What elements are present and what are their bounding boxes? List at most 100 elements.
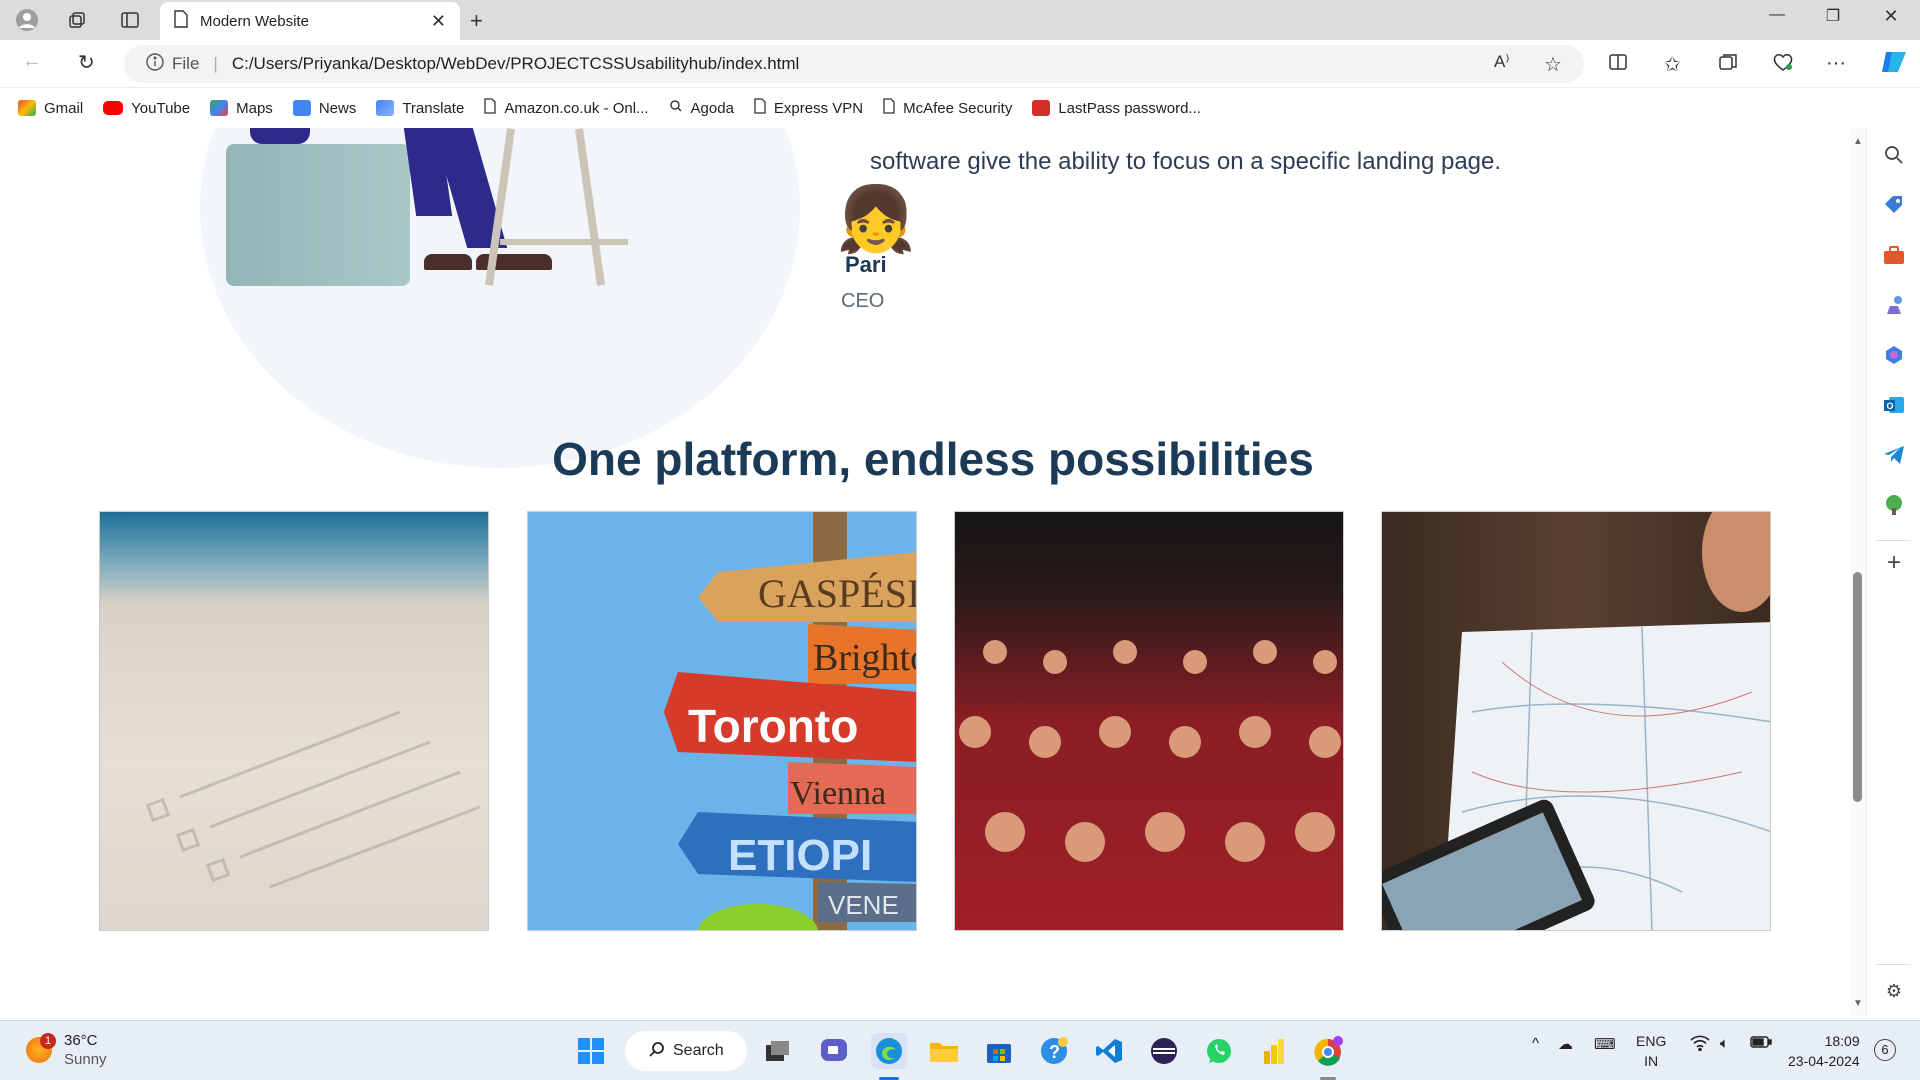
scrollbar-thumb[interactable] — [1853, 572, 1862, 802]
bookmark-news[interactable]: News — [292, 99, 357, 117]
outlook-icon[interactable]: O — [1881, 392, 1907, 418]
section-heading: One platform, endless possibilities — [552, 433, 1314, 485]
task-view-icon[interactable] — [760, 1033, 796, 1069]
refresh-icon[interactable]: ↻ — [78, 50, 95, 75]
chrome-icon[interactable] — [1311, 1033, 1347, 1069]
whatsapp-icon[interactable] — [1201, 1033, 1237, 1069]
notification-badge[interactable]: 6 — [1874, 1039, 1896, 1061]
url-text[interactable]: C:/Users/Priyanka/Desktop/WebDev/PROJECT… — [232, 54, 800, 74]
active-tab[interactable]: Modern Website ✕ — [160, 2, 460, 40]
sign-text: ETIOPI — [728, 831, 872, 880]
svg-text:?: ? — [1049, 1042, 1060, 1062]
bookmark-label: News — [318, 99, 357, 117]
taskbar-search[interactable]: Search — [625, 1031, 747, 1071]
title-bar: Modern Website ✕ + — ❐ ✕ — [0, 0, 1920, 40]
bookmark-label: McAfee Security — [903, 99, 1013, 117]
split-screen-icon[interactable] — [1608, 52, 1628, 78]
power-bi-icon[interactable] — [1256, 1033, 1292, 1069]
avatar: 👧 — [836, 183, 916, 255]
scroll-down-icon[interactable]: ▼ — [1853, 998, 1863, 1009]
keyboard-icon[interactable]: ⌨ — [1594, 1035, 1616, 1053]
show-hidden-icons[interactable]: ^ — [1532, 1035, 1539, 1052]
more-options-icon[interactable]: ··· — [1826, 52, 1846, 75]
edge-taskbar-icon[interactable] — [871, 1033, 907, 1069]
clock-time: 18:09 — [1824, 1033, 1860, 1049]
telegram-icon[interactable] — [1881, 442, 1907, 468]
page-icon — [174, 10, 188, 32]
checklist-illustration — [145, 710, 481, 889]
lastpass-icon — [1032, 100, 1051, 116]
collections-icon[interactable] — [1718, 52, 1738, 78]
games-icon[interactable] — [1881, 292, 1907, 318]
browser-essentials-icon[interactable] — [1772, 52, 1794, 78]
microsoft-365-icon[interactable] — [1881, 342, 1907, 368]
gallery-checklist-image — [99, 511, 489, 931]
search-icon[interactable] — [1881, 142, 1907, 168]
add-icon[interactable]: + — [1881, 549, 1907, 576]
teams-chat-icon[interactable] — [816, 1033, 852, 1069]
bookmark-expressvpn[interactable]: Express VPN — [754, 98, 863, 118]
store-icon[interactable] — [981, 1033, 1017, 1069]
gallery-audience-image — [954, 511, 1344, 931]
start-icon[interactable] — [573, 1033, 609, 1069]
copilot-icon[interactable] — [1880, 48, 1908, 82]
sign-text: GASPÉSI — [758, 571, 917, 616]
wifi-icon[interactable] — [1690, 1035, 1710, 1055]
bookmark-lastpass[interactable]: LastPass password... — [1032, 100, 1201, 117]
settings-gear-icon[interactable]: ⚙ — [1881, 978, 1907, 1004]
info-icon[interactable] — [146, 52, 164, 76]
minimize-icon[interactable]: — — [1752, 6, 1802, 24]
language-indicator[interactable]: ENG IN — [1636, 1031, 1666, 1071]
signpost-illustration: GASPÉSI Brighto Toronto Vienna ETIOPI VE… — [664, 512, 917, 930]
bookmark-gmail[interactable]: Gmail — [18, 100, 83, 117]
close-tab-icon[interactable]: ✕ — [431, 11, 446, 32]
eclipse-icon[interactable] — [1146, 1033, 1182, 1069]
favorites-icon[interactable]: ✩ — [1664, 52, 1681, 77]
gallery-map-image — [1381, 511, 1771, 931]
bookmark-label: Amazon.co.uk - Onl... — [504, 99, 649, 117]
weather-temp: 36°C — [64, 1032, 98, 1049]
volume-icon[interactable]: 🔈︎ — [1720, 1035, 1729, 1052]
illustration-shoe — [424, 254, 472, 270]
onedrive-icon[interactable]: ☁ — [1558, 1035, 1573, 1053]
language-code: ENG — [1636, 1033, 1667, 1049]
url-field[interactable]: File | C:/Users/Priyanka/Desktop/WebDev/… — [124, 45, 1584, 83]
bookmark-maps[interactable]: Maps — [210, 100, 273, 117]
new-tab-icon[interactable]: + — [470, 8, 483, 34]
bookmark-translate[interactable]: Translate — [376, 100, 464, 117]
close-window-icon[interactable]: ✕ — [1866, 6, 1916, 27]
shopping-tag-icon[interactable] — [1881, 192, 1907, 218]
favorite-star-icon[interactable]: ☆ — [1544, 52, 1562, 77]
bookmark-youtube[interactable]: YouTube — [103, 100, 190, 117]
restore-icon[interactable]: ❐ — [1808, 6, 1858, 26]
tools-icon[interactable] — [1881, 242, 1907, 268]
region-code: IN — [1644, 1053, 1659, 1069]
testimonial-text: software give the ability to focus on a … — [870, 148, 1502, 175]
testimonial-name: Pari — [845, 252, 887, 277]
url-scheme: File — [172, 54, 200, 73]
audience-illustration — [959, 640, 1341, 862]
file-explorer-icon[interactable] — [926, 1033, 962, 1069]
weather-widget[interactable]: 1 36°C Sunny — [26, 1031, 107, 1069]
bookmark-label: Gmail — [44, 99, 84, 117]
battery-icon[interactable] — [1750, 1035, 1772, 1053]
bookmark-label: Express VPN — [773, 99, 864, 117]
svg-text:O: O — [1887, 401, 1894, 411]
bookmark-agoda[interactable]: Agoda — [669, 99, 734, 117]
page-icon — [484, 98, 496, 118]
search-label: Search — [673, 1042, 724, 1059]
tree-icon[interactable] — [1881, 492, 1907, 518]
help-icon[interactable]: ? — [1036, 1033, 1072, 1069]
sign-text: Brighto — [813, 637, 917, 679]
workspaces-icon[interactable] — [64, 8, 90, 32]
bookmark-amazon[interactable]: Amazon.co.uk - Onl... — [484, 98, 649, 118]
vscode-icon[interactable] — [1091, 1033, 1127, 1069]
read-aloud-icon[interactable]: A⁾ — [1494, 52, 1510, 72]
profile-icon[interactable] — [14, 8, 40, 32]
scroll-up-icon[interactable]: ▲ — [1853, 136, 1863, 147]
tab-actions-icon[interactable] — [117, 8, 143, 32]
bookmark-mcafee[interactable]: McAfee Security — [883, 98, 1012, 118]
bookmarks-bar: Gmail YouTube Maps News Translate Amazon… — [0, 88, 1920, 128]
clock[interactable]: 18:09 23-04-2024 — [1788, 1031, 1860, 1071]
back-icon[interactable]: ← — [22, 50, 42, 73]
